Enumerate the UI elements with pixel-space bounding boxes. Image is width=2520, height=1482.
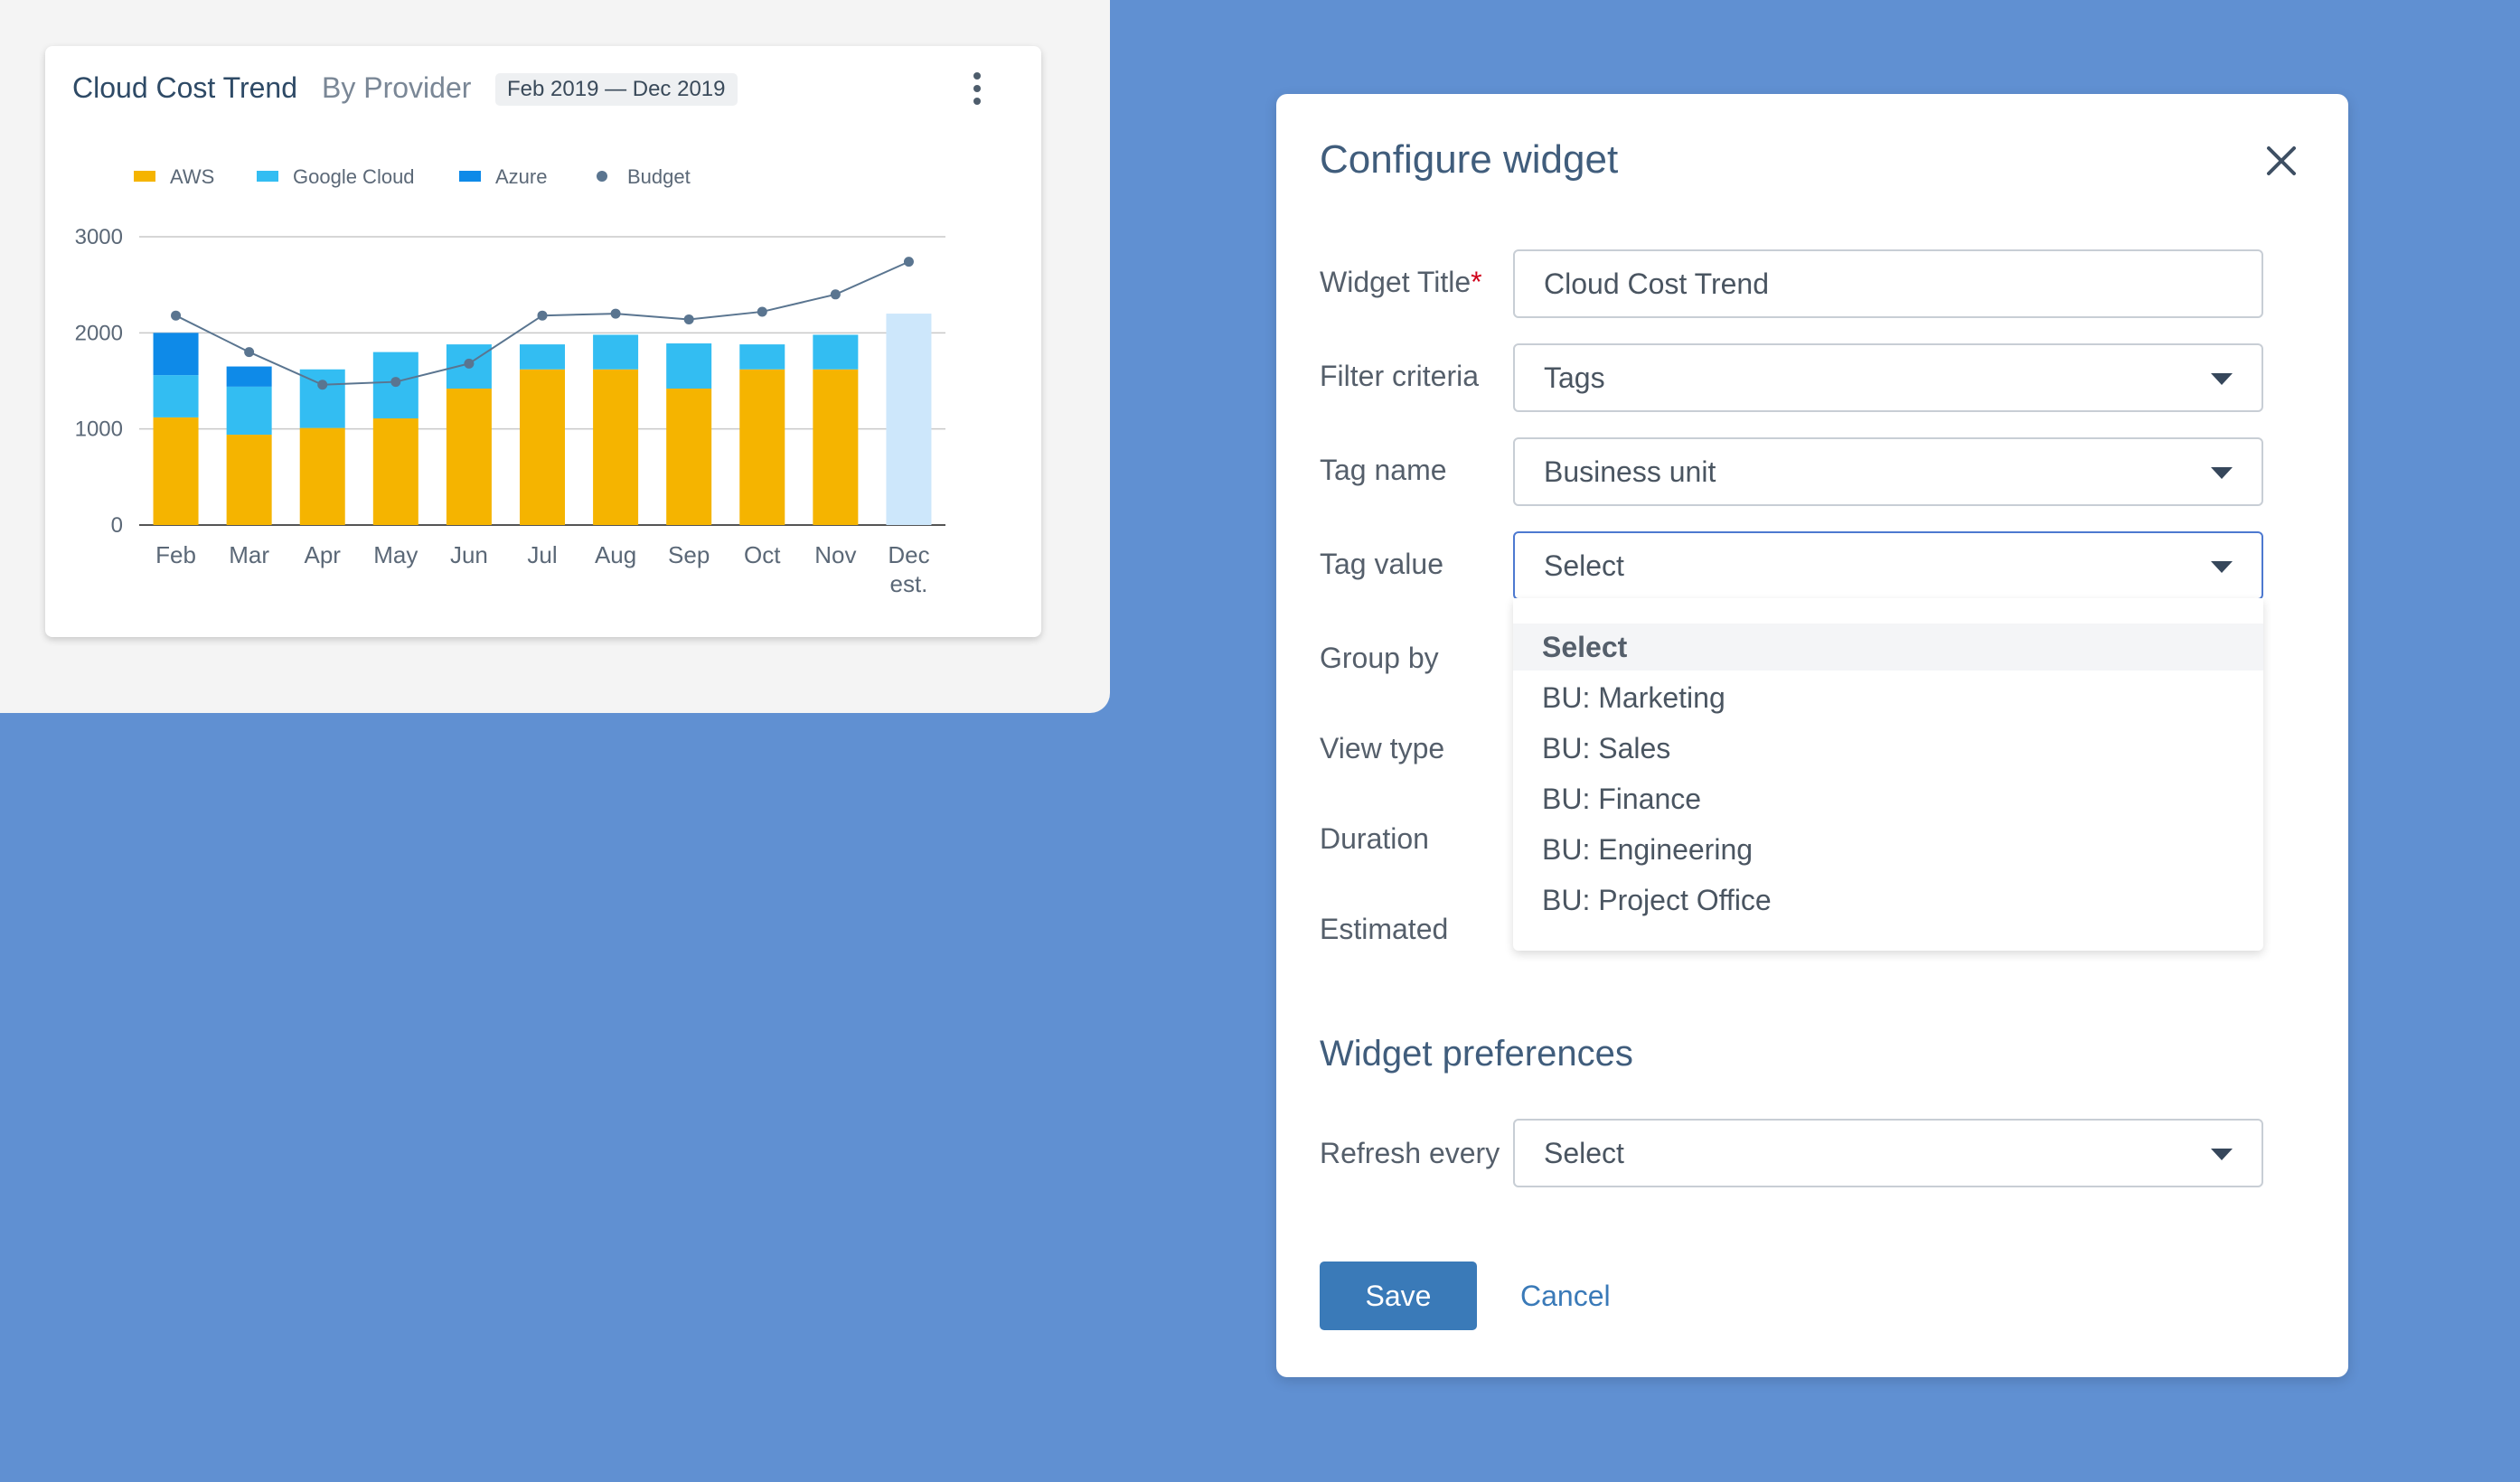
refresh-every-label: Refresh every — [1320, 1137, 1500, 1169]
bar-aws-9 — [813, 369, 859, 525]
close-icon[interactable] — [2261, 141, 2301, 181]
bar-google-cloud-0 — [153, 375, 199, 417]
budget-point-5 — [537, 310, 548, 321]
chart-legend: AWS Google Cloud Azure Budget — [134, 165, 691, 188]
refresh-every-select[interactable]: Select — [1513, 1119, 2263, 1187]
budget-point-0 — [171, 310, 182, 321]
bar-google-cloud-6 — [593, 334, 639, 370]
dropdown-option-marketing[interactable]: BU: Marketing — [1513, 674, 2263, 721]
estimated-label: Estimated — [1320, 913, 1449, 945]
required-marker: * — [1471, 266, 1482, 298]
budget-point-8 — [757, 306, 767, 317]
budget-point-9 — [830, 289, 841, 300]
bar-aws-1 — [226, 435, 272, 525]
legend-swatch-2 — [459, 171, 481, 182]
chart-x-labels: Feb Mar Apr May Jun Jul Aug Sep Oct Nov Dec est. — [155, 541, 929, 597]
tag-value-dropdown-menu: Select BU: Marketing BU: Sales BU: Finan… — [1513, 598, 2263, 951]
bar-aws-0 — [153, 417, 199, 525]
y-tick-label-1000: 1000 — [75, 417, 123, 442]
bar-google-cloud-9 — [813, 334, 859, 370]
chevron-down-icon — [2211, 1149, 2233, 1160]
legend-swatch-3 — [597, 171, 607, 182]
bar-estimate-10 — [886, 314, 932, 525]
budget-point-6 — [610, 308, 621, 319]
bar-aws-5 — [520, 369, 565, 525]
bar-aws-6 — [593, 369, 639, 525]
cloud-cost-trend-widget: Cloud Cost Trend By Provider Feb 2019 — … — [45, 46, 1041, 637]
chart-bars — [153, 314, 932, 525]
tag-name-select[interactable]: Business unit — [1513, 437, 2263, 506]
dropdown-option-select[interactable]: Select — [1513, 624, 2263, 671]
dropdown-option-engineering[interactable]: BU: Engineering — [1513, 826, 2263, 873]
dialog-title: Configure widget — [1320, 137, 1619, 182]
filter-criteria-select[interactable]: Tags — [1513, 343, 2263, 412]
bar-aws-4 — [446, 389, 492, 525]
bar-azure-0 — [153, 333, 199, 376]
dropdown-option-project-office[interactable]: BU: Project Office — [1513, 877, 2263, 924]
duration-label: Duration — [1320, 822, 1429, 855]
filter-criteria-label: Filter criteria — [1320, 360, 1480, 392]
bar-aws-2 — [299, 427, 345, 525]
chevron-down-icon — [2211, 373, 2233, 385]
view-type-label: View type — [1320, 732, 1445, 764]
budget-point-7 — [683, 314, 694, 324]
dashboard-panel: Cloud Cost Trend By Provider Feb 2019 — … — [0, 0, 1110, 713]
x-tick-label-6: Aug — [595, 541, 636, 568]
bar-aws-3 — [372, 417, 418, 525]
configure-widget-dialog: Configure widget Widget Title* Filter cr… — [1276, 94, 2348, 1377]
x-tick-label-9: Nov — [814, 541, 856, 568]
group-by-label: Group by — [1320, 642, 1439, 674]
x-tick-label-1: Mar — [229, 541, 269, 568]
bar-aws-8 — [739, 369, 785, 525]
chevron-down-icon — [2211, 561, 2233, 573]
x-tick-label-10: Dec est. — [888, 541, 929, 597]
y-tick-label-2000: 2000 — [75, 321, 123, 345]
filter-criteria-value: Tags — [1544, 361, 1605, 394]
chevron-down-icon — [2211, 467, 2233, 479]
dropdown-option-finance[interactable]: BU: Finance — [1513, 775, 2263, 822]
bar-google-cloud-1 — [226, 386, 272, 436]
legend-label-2: Azure — [495, 165, 547, 188]
legend-swatch-0 — [134, 171, 155, 182]
widget-title-field-box — [1513, 249, 2263, 318]
y-tick-label-3000: 3000 — [75, 225, 123, 249]
budget-point-1 — [244, 347, 255, 358]
widget-title-input[interactable] — [1515, 251, 2261, 316]
cost-trend-chart: AWS Google Cloud Azure Budget 0 1000 2000 3000… — [75, 165, 945, 597]
bar-google-cloud-7 — [666, 343, 712, 389]
x-tick-label-3: May — [373, 541, 418, 568]
bar-aws-7 — [666, 389, 712, 525]
x-tick-label-7: Sep — [668, 541, 710, 568]
budget-point-3 — [390, 377, 401, 388]
legend-label-1: Google Cloud — [293, 165, 415, 188]
bar-azure-1 — [226, 366, 272, 387]
legend-swatch-1 — [257, 171, 278, 182]
cancel-button[interactable]: Cancel — [1520, 1262, 1611, 1330]
x-tick-label-5: Jul — [527, 541, 557, 568]
x-tick-label-4: Jun — [450, 541, 488, 568]
tag-name-label: Tag name — [1320, 454, 1447, 486]
x-tick-label-2: Apr — [304, 541, 341, 568]
x-tick-label-0: Feb — [155, 541, 196, 568]
legend-label-3: Budget — [627, 165, 691, 188]
save-button[interactable]: Save — [1320, 1262, 1477, 1330]
refresh-every-value: Select — [1544, 1137, 1624, 1169]
tag-name-value: Business unit — [1544, 455, 1716, 488]
tag-value-label: Tag value — [1320, 548, 1443, 580]
x-tick-label-8: Oct — [744, 541, 781, 568]
widget-title-label: Widget Title* — [1320, 266, 1482, 298]
budget-point-10 — [903, 257, 914, 267]
tag-value-value: Select — [1544, 549, 1624, 582]
dropdown-option-sales[interactable]: BU: Sales — [1513, 725, 2263, 772]
budget-point-2 — [317, 380, 328, 390]
budget-point-4 — [464, 358, 475, 369]
widget-preferences-title: Widget preferences — [1320, 1034, 1633, 1074]
y-tick-label-0: 0 — [111, 513, 123, 538]
bar-google-cloud-8 — [739, 344, 785, 370]
bar-google-cloud-5 — [520, 344, 565, 370]
tag-value-select[interactable]: Select — [1513, 531, 2263, 600]
legend-label-0: AWS — [170, 165, 214, 188]
